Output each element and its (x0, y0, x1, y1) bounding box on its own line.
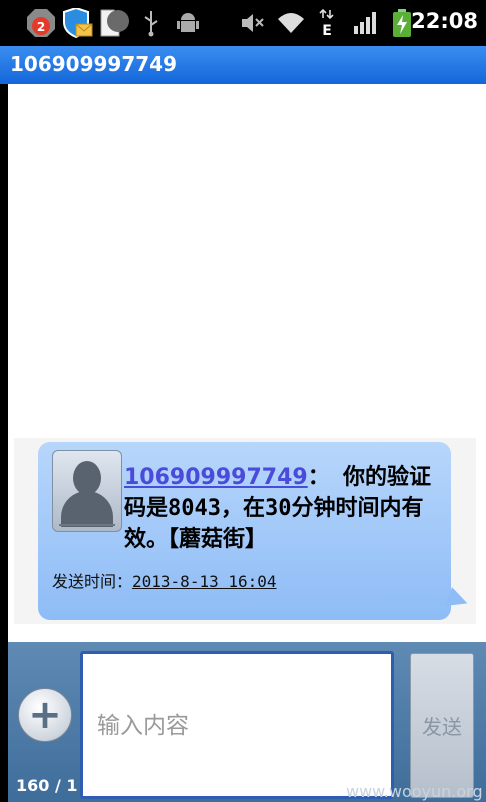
network-type: E (322, 23, 332, 38)
sent-time-value: 2013-8-13 16:04 (132, 572, 277, 591)
data-transfer-icon: E (318, 8, 336, 38)
avatar-head (73, 461, 101, 495)
send-button[interactable]: 发送 (410, 653, 474, 798)
message-input-placeholder: 输入内容 (97, 713, 189, 739)
messaging-badge-icon: 2 (24, 8, 58, 38)
battery-charging-icon (392, 8, 412, 38)
record-icon (104, 6, 132, 36)
security-mail-icon (60, 8, 94, 38)
status-bar: 2 E 22:08 (0, 0, 486, 46)
sent-time-label: 发送时间： (52, 572, 133, 591)
sent-time: 发送时间：2013-8-13 16:04 (52, 568, 277, 592)
add-attachment-button[interactable]: + (18, 688, 72, 742)
message-text: 106909997749： 你的验证码是8043，在30分钟时间内有效。【蘑菇街… (124, 462, 434, 555)
usb-icon (140, 8, 162, 38)
wifi-icon (276, 8, 306, 38)
page-title: 106909997749 (10, 52, 177, 76)
mute-icon (240, 8, 266, 38)
watermark: www.wooyun.org (346, 782, 483, 801)
avatar-underline (59, 524, 115, 526)
character-counter: 160 / 1 (16, 776, 78, 795)
plus-icon: + (28, 692, 62, 738)
send-button-label: 发送 (422, 715, 462, 739)
clock: 22:08 (411, 9, 478, 33)
contact-avatar[interactable] (52, 450, 122, 532)
android-debug-icon (176, 8, 200, 38)
signal-icon (352, 8, 380, 38)
sender-link[interactable]: 106909997749 (124, 465, 308, 490)
message-input[interactable]: 输入内容 (80, 651, 394, 799)
sender-separator: ： (307, 465, 330, 490)
notification-count: 2 (37, 20, 45, 34)
title-bar: 106909997749 (0, 46, 486, 84)
avatar-body (61, 491, 113, 527)
